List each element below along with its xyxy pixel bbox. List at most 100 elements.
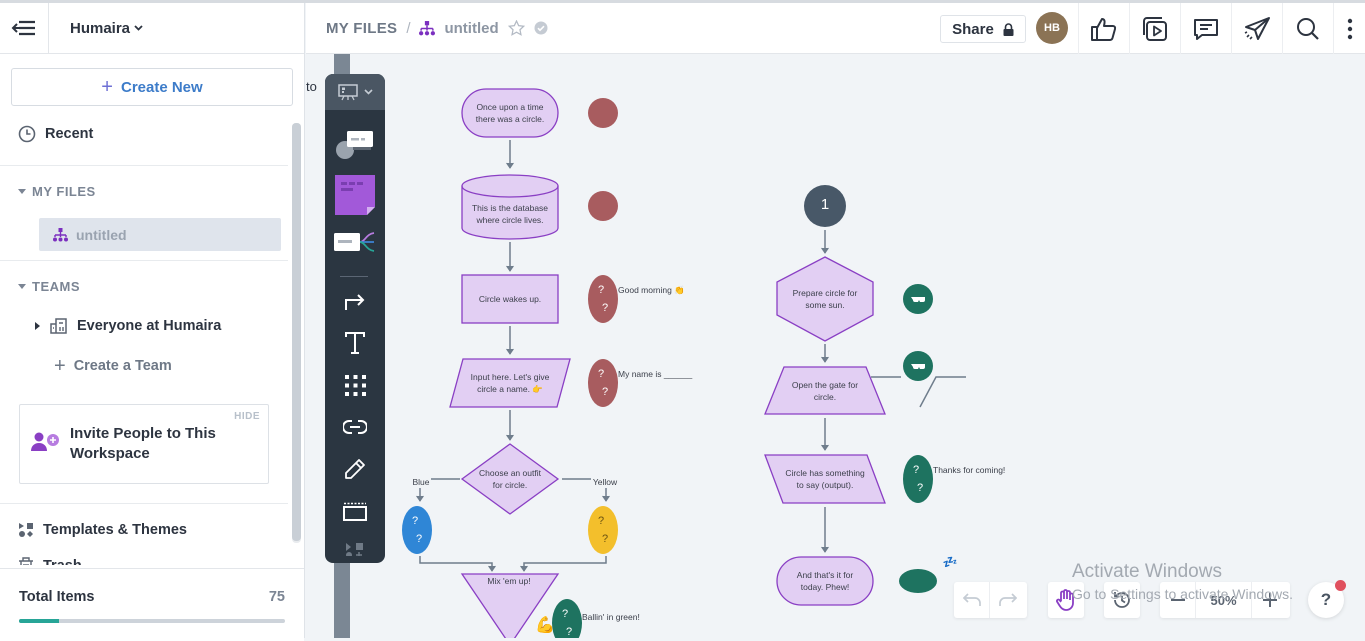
minus-icon (1170, 599, 1185, 601)
flowchart: Once upon a time there was a circle.This … (402, 88, 1005, 638)
branch-label-blue: Blue (412, 477, 429, 487)
collapse-sidebar-button[interactable] (0, 2, 49, 54)
flexed-bicep-emoji: 💪 (535, 615, 555, 634)
teams-header: TEAMS (32, 279, 80, 294)
link-tool[interactable] (325, 414, 385, 440)
sidebar-item-trash[interactable]: Trash (18, 557, 82, 565)
star-icon[interactable] (507, 20, 525, 36)
sidebar-nav: Recent MY FILES untitled TEAMS Everyone … (0, 115, 290, 565)
mind-map-tool[interactable] (325, 226, 385, 260)
history-icon (1114, 592, 1130, 608)
teams-section-toggle[interactable]: TEAMS (18, 279, 80, 294)
my-files-section-toggle[interactable]: MY FILES (18, 184, 96, 199)
blue-circle[interactable] (402, 506, 432, 554)
search-button[interactable] (1282, 3, 1333, 54)
plus-icon: + (101, 75, 113, 98)
create-new-button[interactable]: + Create New (11, 68, 293, 106)
red-question-circle[interactable] (588, 275, 618, 323)
sleeping-green-circle[interactable] (899, 569, 937, 593)
zoom-controls: 50% (1160, 582, 1290, 618)
undo-button[interactable] (954, 582, 990, 618)
red-circle[interactable] (588, 98, 618, 128)
thumbs-up-icon (1091, 17, 1117, 41)
question-mark: ? (602, 533, 608, 545)
output-shape[interactable] (764, 454, 886, 504)
sidebar-scrollbar[interactable] (292, 123, 301, 543)
user-avatar[interactable]: HB (1036, 12, 1068, 44)
diagram-canvas[interactable]: to Once upon a time there was a circle. Th… (306, 54, 1365, 638)
create-team-button[interactable]: + Create a Team (54, 356, 172, 376)
sticky-note-icon (335, 175, 375, 215)
breadcrumb-my-files[interactable]: MY FILES (326, 20, 397, 37)
terminator-start[interactable] (461, 88, 559, 138)
revision-history[interactable] (1104, 582, 1140, 618)
document-title[interactable]: untitled (444, 20, 498, 37)
team-name: Everyone at Humaira (77, 318, 222, 334)
breadcrumb: MY FILES / untitled (326, 20, 548, 37)
help-button[interactable]: ? (1308, 580, 1346, 618)
shape-text: Mix 'em up! (487, 576, 530, 586)
connector-tool[interactable] (325, 288, 385, 314)
scrollbar-thumb[interactable] (292, 123, 301, 541)
total-items-label: Total Items (19, 589, 95, 605)
preparation-shape[interactable] (776, 256, 874, 342)
annotation-thanks: Thanks for coming! (933, 465, 1005, 475)
comments-button[interactable] (1180, 3, 1231, 54)
red-question-circle[interactable] (588, 359, 618, 407)
undo-redo-group (954, 582, 1027, 618)
pan-tool-button[interactable] (1048, 582, 1084, 618)
zoom-level[interactable]: 50% (1196, 582, 1252, 618)
divider (0, 503, 288, 504)
annotation-ballin: Ballin' in green! (582, 612, 640, 622)
hide-invite-button[interactable]: HIDE (234, 411, 260, 422)
usage-progress-fill (19, 619, 59, 623)
team-item-everyone[interactable]: Everyone at Humaira (35, 318, 221, 334)
decision-shape[interactable] (460, 443, 560, 515)
manual-operation-shape[interactable] (764, 366, 886, 415)
frame-tool[interactable] (325, 498, 385, 524)
annotation-my-name: My name is ______ (618, 369, 692, 379)
arrowhead (520, 565, 528, 572)
arrowhead (506, 434, 514, 441)
arrowhead (821, 247, 829, 254)
search-icon (1297, 17, 1319, 40)
comment-icon (1194, 18, 1218, 40)
zoom-in-button[interactable] (1252, 582, 1288, 618)
green-question-circle[interactable] (903, 455, 933, 503)
file-item-untitled[interactable]: untitled (39, 218, 281, 251)
arrowhead (506, 265, 514, 272)
notification-dot (1335, 580, 1346, 591)
zoom-out-button[interactable] (1160, 582, 1196, 618)
more-options-button[interactable] (1333, 3, 1365, 54)
send-button[interactable] (1231, 3, 1282, 54)
sidebar-item-recent[interactable]: Recent (18, 125, 93, 143)
more-tools[interactable] (325, 540, 385, 558)
text-tool[interactable] (325, 330, 385, 356)
grid-tool[interactable] (325, 372, 385, 398)
history-button[interactable] (1104, 582, 1140, 618)
question-mark: ? (412, 515, 418, 527)
invite-people-card[interactable]: HIDE Invite People to This Workspace (19, 404, 269, 484)
collapse-menu-icon (11, 20, 35, 36)
recent-label: Recent (45, 126, 94, 142)
toolbar-mode-switch[interactable] (325, 74, 385, 110)
red-circle[interactable] (588, 191, 618, 221)
trash-icon (19, 557, 33, 565)
terminator-end[interactable] (776, 556, 874, 606)
reactions-button[interactable] (1078, 3, 1129, 54)
input-shape[interactable] (449, 358, 571, 408)
sidebar-item-templates[interactable]: Templates & Themes (18, 522, 187, 538)
text-icon (345, 332, 365, 354)
pencil-tool[interactable] (325, 456, 385, 482)
help-icon: ? (1320, 590, 1332, 609)
present-button[interactable] (1129, 3, 1180, 54)
pan-tool[interactable] (1048, 582, 1084, 618)
redo-button[interactable] (990, 582, 1026, 618)
workspace-switcher[interactable]: Humaira (70, 20, 143, 37)
yellow-circle[interactable] (588, 506, 618, 554)
lock-icon (1003, 22, 1014, 36)
templates-label: Templates & Themes (43, 522, 187, 538)
sticky-note-tool[interactable] (325, 174, 385, 216)
share-button[interactable]: Share (940, 15, 1026, 43)
shape-library-tool[interactable] (325, 124, 385, 164)
